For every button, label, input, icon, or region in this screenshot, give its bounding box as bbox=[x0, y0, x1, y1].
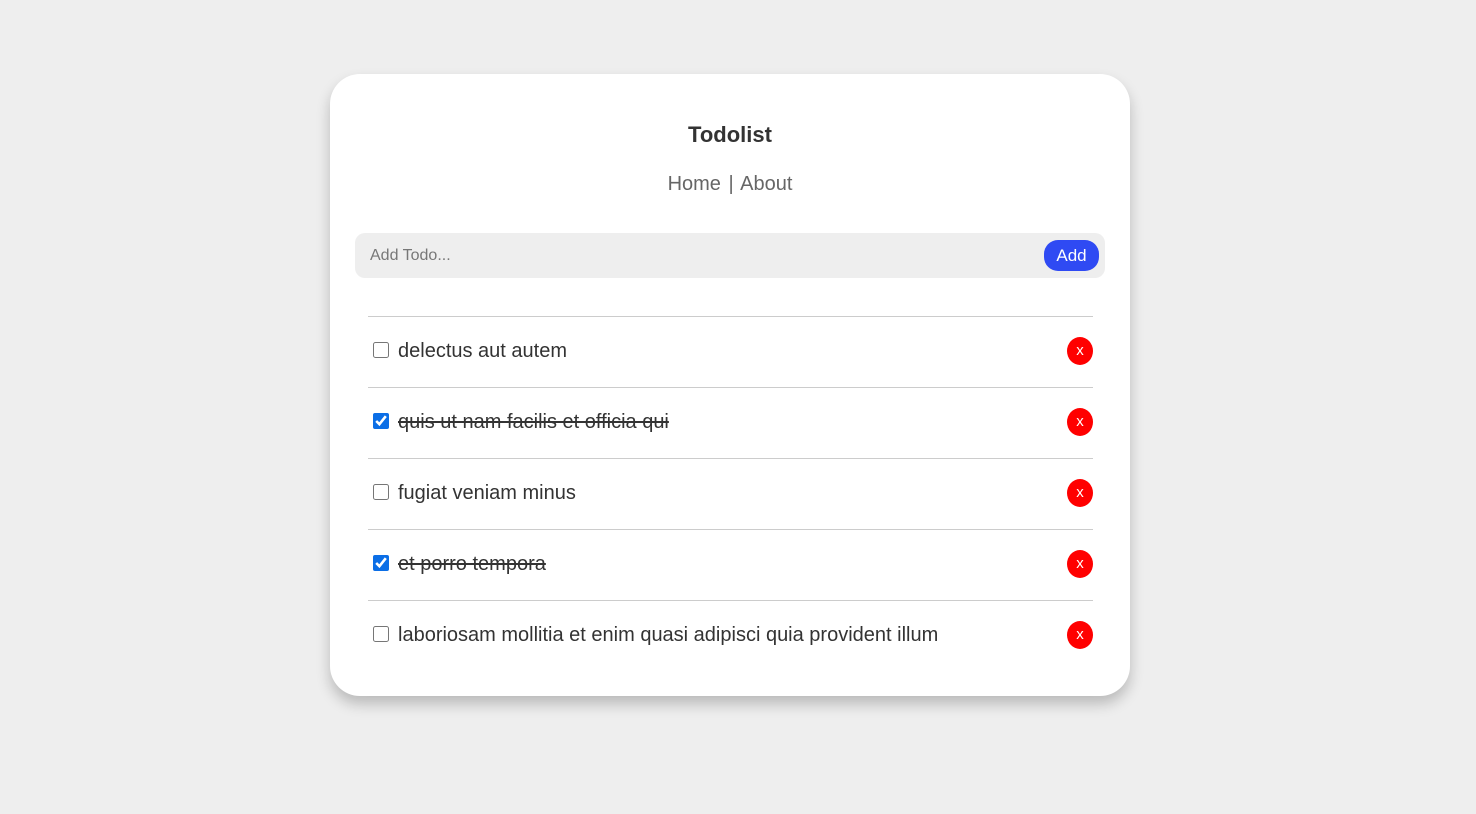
nav-link-home[interactable]: Home bbox=[668, 173, 721, 195]
todo-title: quis ut nam facilis et officia qui bbox=[398, 411, 669, 433]
todo-title: fugiat veniam minus bbox=[398, 482, 576, 504]
todo-item: quis ut nam facilis et officia qui x bbox=[368, 387, 1093, 458]
nav-separator: | bbox=[728, 173, 734, 195]
add-todo-button[interactable]: Add bbox=[1044, 240, 1099, 271]
todo-card: Todolist Home | About Add delectus aut a… bbox=[330, 74, 1130, 696]
nav-bar: Home | About bbox=[330, 172, 1130, 196]
page-title: Todolist bbox=[688, 122, 772, 147]
todo-checkbox[interactable] bbox=[373, 484, 389, 500]
todo-list: delectus aut autem x quis ut nam facilis… bbox=[368, 316, 1093, 671]
delete-todo-button[interactable]: x bbox=[1067, 479, 1093, 507]
todo-checkbox[interactable] bbox=[373, 626, 389, 642]
delete-todo-button[interactable]: x bbox=[1067, 337, 1093, 365]
todo-item: delectus aut autem x bbox=[368, 316, 1093, 387]
todo-checkbox[interactable] bbox=[373, 413, 389, 429]
todo-title: et porro tempora bbox=[398, 553, 546, 575]
todo-item: fugiat veniam minus x bbox=[368, 458, 1093, 529]
delete-todo-button[interactable]: x bbox=[1067, 550, 1093, 578]
delete-todo-button[interactable]: x bbox=[1067, 621, 1093, 649]
todo-checkbox[interactable] bbox=[373, 555, 389, 571]
todo-item: et porro tempora x bbox=[368, 529, 1093, 600]
todo-item: laboriosam mollitia et enim quasi adipis… bbox=[368, 600, 1093, 671]
todo-title: delectus aut autem bbox=[398, 340, 567, 362]
nav-link-about[interactable]: About bbox=[740, 173, 792, 195]
todo-checkbox[interactable] bbox=[373, 342, 389, 358]
todo-title: laboriosam mollitia et enim quasi adipis… bbox=[398, 624, 939, 646]
add-todo-input[interactable] bbox=[355, 233, 1035, 278]
add-todo-form: Add bbox=[355, 233, 1105, 278]
delete-todo-button[interactable]: x bbox=[1067, 408, 1093, 436]
